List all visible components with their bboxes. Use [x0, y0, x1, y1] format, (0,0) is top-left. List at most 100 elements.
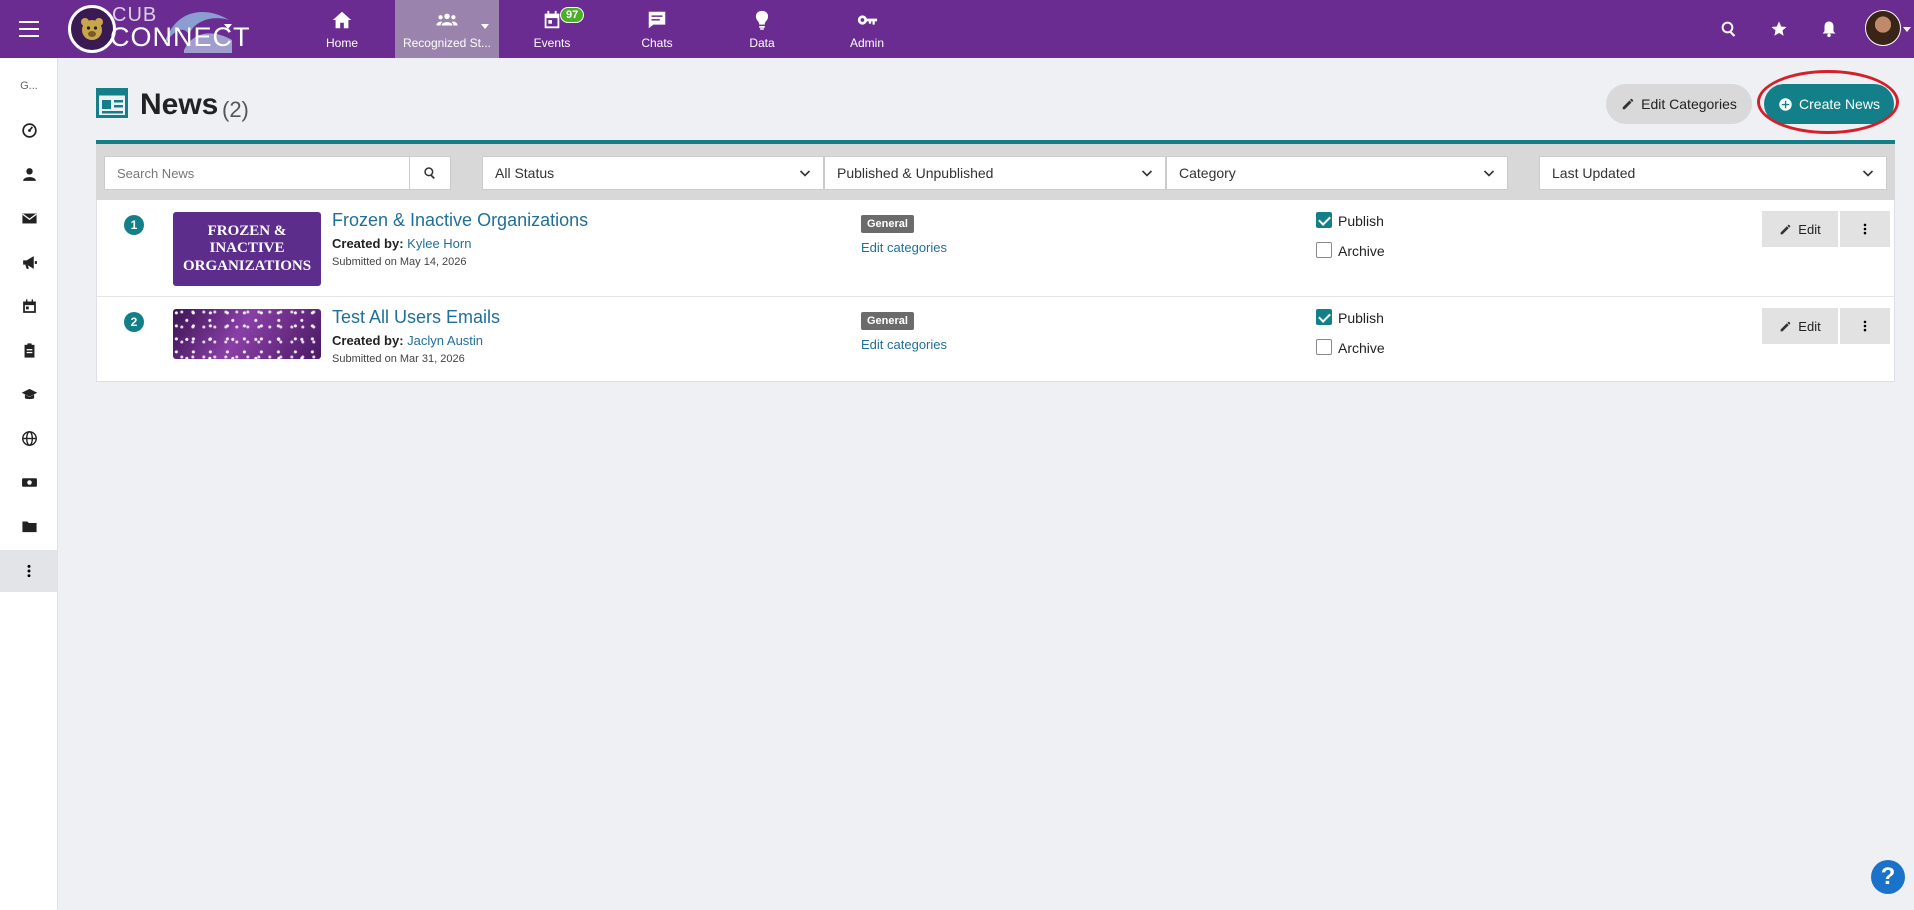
nav-home-label: Home: [325, 35, 358, 50]
chevron-down-icon: [1141, 170, 1153, 177]
sidebar-group-label[interactable]: G...: [0, 80, 58, 92]
news-row: 1 FROZEN & INACTIVE ORGANIZATIONS Frozen…: [97, 200, 1894, 297]
archive-checkbox[interactable]: [1316, 242, 1332, 258]
plus-circle-icon: [1779, 97, 1792, 111]
category-badge: General: [861, 215, 914, 233]
created-by-label: Created by:: [332, 236, 404, 251]
star-icon[interactable]: [1764, 14, 1794, 44]
chat-icon: [648, 11, 666, 28]
top-navigation-bar: CUB CONNECT Home Recognized St... Events…: [0, 0, 1914, 58]
page-title: News: [140, 88, 219, 121]
news-list: 1 FROZEN & INACTIVE ORGANIZATIONS Frozen…: [96, 200, 1895, 382]
nav-recognized-label: Recognized St...: [402, 35, 492, 50]
nav-admin-label: Admin: [849, 35, 884, 50]
menu-icon[interactable]: [14, 14, 44, 44]
edit-label: Edit: [1798, 318, 1821, 334]
events-count-badge: 97: [560, 7, 585, 23]
more-options-icon[interactable]: [0, 550, 58, 592]
search-button[interactable]: [409, 156, 451, 190]
publish-checkbox[interactable]: [1316, 309, 1332, 325]
category-filter-value: Category: [1179, 165, 1236, 181]
created-by-label: Created by:: [332, 333, 404, 348]
thumbnail-text: FROZEN &: [207, 223, 287, 240]
globe-icon[interactable]: [14, 423, 44, 453]
published-filter-value: Published & Unpublished: [837, 165, 994, 181]
create-news-label: Create News: [1799, 96, 1880, 112]
news-thumbnail[interactable]: [173, 309, 321, 359]
news-thumbnail[interactable]: FROZEN & INACTIVE ORGANIZATIONS: [173, 212, 321, 286]
row-number: 2: [124, 312, 144, 332]
more-options-button[interactable]: [1840, 211, 1890, 247]
publish-label: Publish: [1338, 213, 1384, 229]
search-icon[interactable]: [1714, 14, 1744, 44]
help-button[interactable]: ?: [1871, 860, 1905, 894]
news-title-link[interactable]: Test All Users Emails: [332, 307, 500, 328]
author-link[interactable]: Jaclyn Austin: [407, 333, 483, 348]
submitted-date: Submitted on Mar 31, 2026: [332, 353, 465, 365]
category-filter-select[interactable]: Category: [1166, 156, 1508, 190]
left-sidebar: G...: [0, 58, 58, 910]
nav-home[interactable]: Home: [290, 0, 394, 58]
chevron-down-icon: [1862, 170, 1874, 177]
status-filter-select[interactable]: All Status: [482, 156, 824, 190]
nav-events[interactable]: Events 97: [500, 0, 604, 58]
chevron-down-icon[interactable]: [481, 24, 489, 29]
bell-icon[interactable]: [1814, 14, 1844, 44]
nav-chats[interactable]: Chats: [605, 0, 709, 58]
vertical-ellipsis-icon: [1863, 223, 1867, 235]
archive-checkbox[interactable]: [1316, 339, 1332, 355]
vertical-ellipsis-icon: [1863, 320, 1867, 332]
created-by: Created by: Jaclyn Austin: [332, 333, 483, 348]
status-filter-value: All Status: [495, 165, 555, 181]
news-count: (2): [222, 97, 249, 122]
publish-label: Publish: [1338, 310, 1384, 326]
person-icon[interactable]: [14, 159, 44, 189]
newspaper-icon: [96, 88, 128, 118]
published-filter-select[interactable]: Published & Unpublished: [824, 156, 1166, 190]
graduation-cap-icon[interactable]: [14, 379, 44, 409]
filter-bar: All Status Published & Unpublished Categ…: [96, 140, 1895, 200]
more-options-button[interactable]: [1840, 308, 1890, 344]
nav-data[interactable]: Data: [710, 0, 814, 58]
news-title-link[interactable]: Frozen & Inactive Organizations: [332, 210, 588, 231]
nav-chats-label: Chats: [641, 35, 673, 50]
clipboard-icon[interactable]: [14, 335, 44, 365]
bear-logo-icon: [68, 5, 116, 53]
home-icon: [332, 11, 352, 28]
sort-select[interactable]: Last Updated: [1539, 156, 1887, 190]
category-badge: General: [861, 312, 914, 330]
archive-label: Archive: [1338, 243, 1385, 259]
nav-data-label: Data: [749, 35, 775, 50]
chevron-down-icon[interactable]: [224, 24, 232, 29]
edit-categories-link[interactable]: Edit categories: [861, 240, 947, 255]
mail-icon[interactable]: [14, 203, 44, 233]
megaphone-icon[interactable]: [14, 247, 44, 277]
chevron-down-icon: [1483, 170, 1495, 177]
folder-icon[interactable]: [14, 511, 44, 541]
pencil-icon: [1780, 224, 1791, 234]
thumbnail-text: ORGANIZATIONS: [182, 257, 312, 274]
people-icon: [436, 13, 458, 25]
edit-categories-link[interactable]: Edit categories: [861, 337, 947, 352]
archive-label: Archive: [1338, 340, 1385, 356]
search-news-input[interactable]: [104, 156, 409, 190]
edit-label: Edit: [1798, 221, 1821, 237]
nav-events-label: Events: [533, 35, 571, 50]
edit-categories-button[interactable]: Edit Categories: [1606, 84, 1752, 124]
thumbnail-text: INACTIVE: [209, 240, 285, 257]
dashboard-icon[interactable]: [14, 115, 44, 145]
calendar-icon[interactable]: [14, 291, 44, 321]
money-icon[interactable]: [14, 467, 44, 497]
submitted-date: Submitted on May 14, 2026: [332, 256, 467, 268]
edit-button[interactable]: Edit: [1762, 211, 1838, 247]
create-news-button[interactable]: Create News: [1764, 84, 1894, 124]
chevron-down-icon[interactable]: [1903, 27, 1911, 32]
nav-admin[interactable]: Admin: [815, 0, 919, 58]
edit-button[interactable]: Edit: [1762, 308, 1838, 344]
publish-checkbox[interactable]: [1316, 212, 1332, 228]
user-avatar[interactable]: [1865, 10, 1901, 46]
news-row: 2 Test All Users Emails Created by: Jacl…: [97, 297, 1894, 394]
edit-categories-label: Edit Categories: [1641, 96, 1737, 112]
author-link[interactable]: Kylee Horn: [407, 236, 471, 251]
nav-recognized-student-orgs[interactable]: Recognized St...: [395, 0, 499, 58]
